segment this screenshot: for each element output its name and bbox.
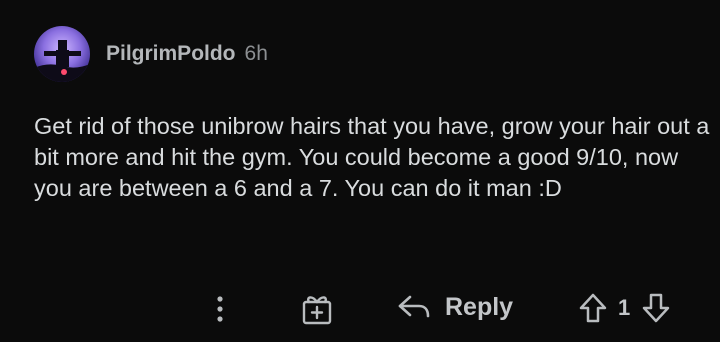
avatar-image (34, 26, 90, 82)
comment-body: Get rid of those unibrow hairs that you … (34, 113, 710, 201)
downvote-arrow-icon[interactable] (641, 292, 671, 324)
comment-actions: Reply 1 (0, 286, 720, 332)
vote-controls: 1 (578, 292, 671, 324)
author-username[interactable]: PilgrimPoldo (106, 42, 236, 66)
gift-icon (302, 296, 332, 325)
award-button[interactable] (300, 292, 334, 326)
upvote-arrow-icon[interactable] (578, 292, 608, 324)
avatar[interactable] (34, 26, 90, 82)
vote-score: 1 (618, 295, 631, 320)
comment-card: PilgrimPoldo 6h Get rid of those unibrow… (0, 0, 720, 342)
comment-age: 6h (244, 42, 268, 65)
reply-arrow-icon (398, 295, 430, 318)
vertical-ellipsis-icon (217, 296, 223, 322)
reply-button[interactable]: Reply (397, 292, 513, 322)
comment-header: PilgrimPoldo 6h (34, 26, 268, 82)
more-options-button[interactable] (212, 294, 228, 324)
reply-label: Reply (445, 292, 514, 321)
